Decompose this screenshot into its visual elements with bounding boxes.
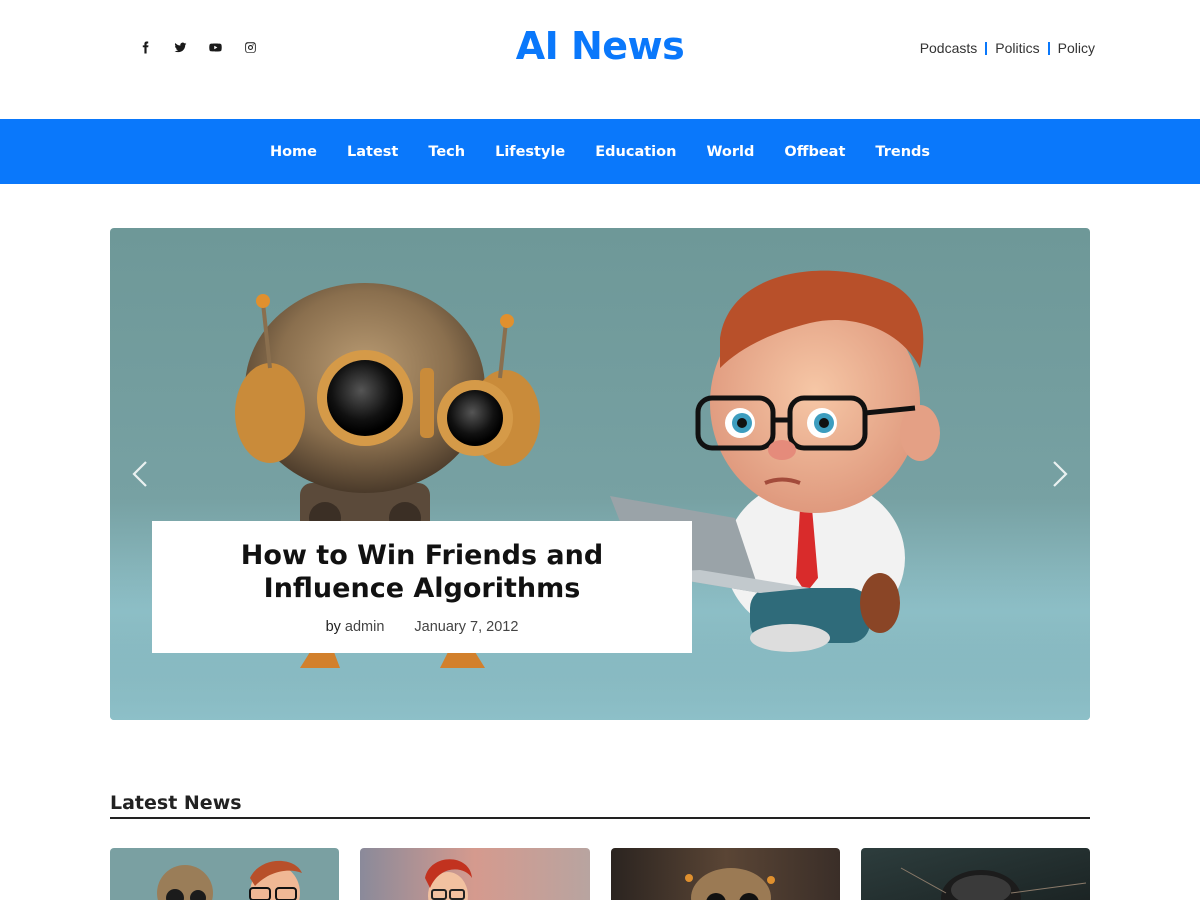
nav-item-offbeat[interactable]: Offbeat	[784, 144, 845, 160]
site-header: AI News Podcasts Politics Policy	[0, 0, 1200, 119]
nav-item-tech[interactable]: Tech	[428, 144, 465, 160]
divider	[985, 41, 988, 55]
author-link[interactable]: admin	[345, 619, 385, 635]
chevron-right-icon	[1053, 461, 1068, 487]
top-links: Podcasts Politics Policy	[920, 40, 1095, 56]
hero-title[interactable]: How to Win Friends and Influence Algorit…	[152, 539, 692, 605]
latest-news-cards	[110, 848, 1090, 900]
news-card-thumbnail	[360, 848, 590, 900]
post-author: by admin	[326, 619, 385, 635]
post-date[interactable]: January 7, 2012	[414, 619, 518, 635]
hero-caption: How to Win Friends and Influence Algorit…	[152, 521, 692, 653]
nav-item-world[interactable]: World	[706, 144, 754, 160]
news-card-1[interactable]	[110, 848, 340, 900]
main-nav: Home Latest Tech Lifestyle Education Wor…	[0, 119, 1200, 184]
news-card-thumbnail	[610, 848, 840, 900]
news-card-3[interactable]	[610, 848, 840, 900]
latest-news-title: Latest News	[110, 792, 242, 814]
slider-prev-button[interactable]	[130, 460, 150, 488]
slider-next-button[interactable]	[1050, 460, 1070, 488]
chevron-left-icon	[132, 461, 147, 487]
news-card-4[interactable]	[860, 848, 1090, 900]
top-link-politics[interactable]: Politics	[995, 40, 1039, 56]
news-card-thumbnail	[860, 848, 1090, 900]
nav-item-latest[interactable]: Latest	[347, 144, 398, 160]
nav-item-education[interactable]: Education	[595, 144, 676, 160]
author-prefix: by	[325, 619, 341, 635]
nav-item-home[interactable]: Home	[270, 144, 317, 160]
nav-item-lifestyle[interactable]: Lifestyle	[495, 144, 565, 160]
top-link-podcasts[interactable]: Podcasts	[920, 40, 978, 56]
top-link-policy[interactable]: Policy	[1058, 40, 1095, 56]
news-card-thumbnail	[110, 848, 340, 900]
news-card-2[interactable]	[360, 848, 590, 900]
section-divider	[110, 817, 1090, 819]
nav-item-trends[interactable]: Trends	[875, 144, 930, 160]
post-meta: by admin January 7, 2012	[152, 619, 692, 635]
divider	[1047, 41, 1050, 55]
